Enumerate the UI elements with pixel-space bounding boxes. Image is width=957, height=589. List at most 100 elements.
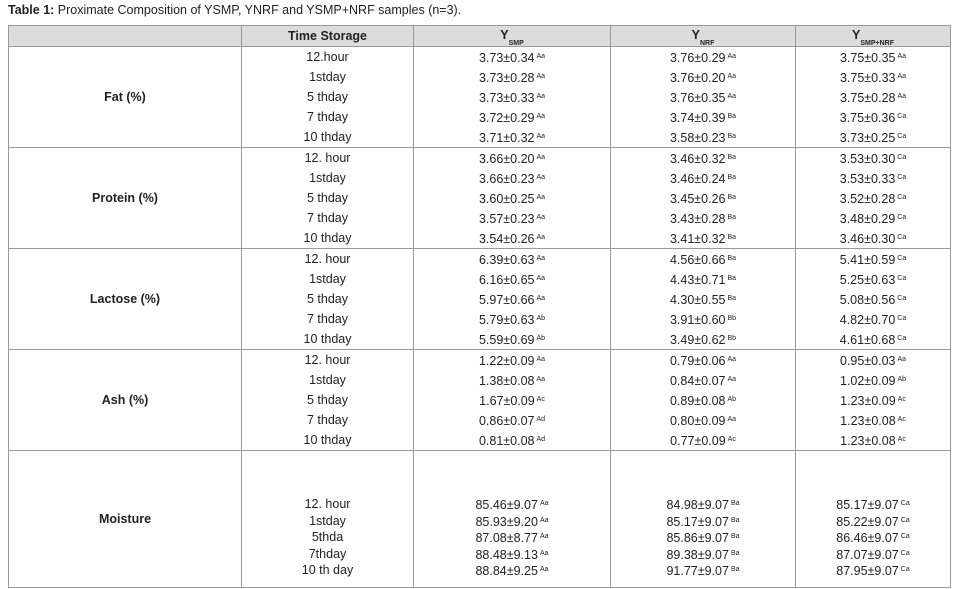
mean-sd-value: 3.45±0.26: [669, 192, 726, 206]
significance-letters: Aa: [897, 356, 907, 363]
header-ysmp-sub: SMP: [508, 40, 524, 48]
value-line: 3.73±0.34 Aa: [414, 47, 610, 67]
value-line: 3.76±0.35 Aa: [611, 87, 795, 107]
value-line: 4.82±0.70 Ca: [796, 309, 950, 329]
value-line: 87.95±9.07 Ca: [796, 562, 950, 579]
mean-sd-value: 3.91±0.60: [669, 313, 726, 327]
significance-letters: Ab: [897, 376, 907, 383]
value-line: 3.74±0.39 Ba: [611, 107, 795, 127]
mean-sd-value: 89.38±9.07: [666, 547, 729, 562]
mean-sd-value: 3.71±0.32: [478, 131, 535, 145]
mean-sd-value: 0.79±0.06: [669, 354, 726, 368]
value-line: 91.77±9.07 Ba: [611, 562, 795, 579]
mean-sd-value: 5.97±0.66: [478, 293, 535, 307]
time-label: 7 thday: [306, 211, 348, 225]
value-line: 85.17±9.07 Ba: [611, 513, 795, 530]
value-line: 0.84±0.07 Aa: [611, 370, 795, 390]
time-label: 1stday: [309, 272, 346, 286]
mean-sd-value: 3.49±0.62: [669, 333, 726, 347]
value-line: 88.48±9.13 Aa: [414, 546, 610, 563]
time-label: 10 thday: [303, 130, 352, 144]
cell-ysmpnrf: 5.41±0.59 Ca 5.25±0.63 Ca 5.08±0.56 Ca 4.82±0.…: [795, 248, 951, 350]
mean-sd-value: 0.89±0.08: [669, 394, 726, 408]
value-line: 3.41±0.32 Ba: [611, 228, 795, 248]
significance-letters: Ba: [730, 516, 740, 524]
significance-letters: Aa: [897, 93, 907, 100]
mean-sd-value: 0.81±0.08: [478, 434, 535, 448]
mean-sd-value: 3.57±0.23: [478, 212, 535, 226]
header-ysmpnrf: YSMP+NRF: [795, 25, 951, 47]
significance-letters: Ad: [536, 436, 546, 443]
significance-letters: Ba: [727, 113, 737, 120]
group-row: Lactose (%) 12. hour 1stday 5 thday 7 thday 1…: [8, 248, 951, 350]
value-line: 6.16±0.65 Aa: [414, 269, 610, 289]
group-label: Protein (%): [8, 147, 242, 249]
value-line: 1.23±0.08 Ac: [796, 430, 950, 450]
value-line: 3.54±0.26 Aa: [414, 228, 610, 248]
significance-letters: Ca: [900, 516, 910, 524]
value-line: 86.46±9.07 Ca: [796, 529, 950, 546]
value-line: 3.46±0.32 Ba: [611, 148, 795, 168]
mean-sd-value: 3.46±0.32: [669, 152, 726, 166]
time-label: 12. hour: [304, 151, 351, 165]
mean-sd-value: 85.17±9.07: [836, 498, 899, 513]
significance-letters: Ca: [897, 255, 907, 262]
mean-sd-value: 0.86±0.07: [478, 414, 535, 428]
value-line: 85.93±9.20 Aa: [414, 513, 610, 530]
value-line: 3.43±0.28 Ba: [611, 208, 795, 228]
cell-ynrf: 84.98±9.07 Ba 85.17±9.07 Ba 85.86±9.07 Ba 89.3…: [610, 450, 796, 588]
cell-ynrf: 0.79±0.06 Aa 0.84±0.07 Aa 0.89±0.08 Ab 0.80±0.…: [610, 349, 796, 451]
significance-letters: Ca: [897, 174, 907, 181]
value-line: 85.46±9.07 Aa: [414, 496, 610, 513]
significance-letters: Bb: [727, 335, 737, 342]
value-line: 3.46±0.24 Ba: [611, 168, 795, 188]
mean-sd-value: 3.73±0.25: [839, 131, 896, 145]
time-label: 7thday: [308, 546, 347, 561]
significance-letters: Aa: [727, 376, 737, 383]
group-row: Protein (%) 12. hour 1stday 5 thday 7 thday 1…: [8, 147, 951, 249]
significance-letters: Ba: [730, 566, 740, 574]
significance-letters: Aa: [536, 356, 546, 363]
mean-sd-value: 87.08±8.77: [475, 531, 538, 546]
significance-letters: Aa: [536, 93, 546, 100]
value-line: 4.56±0.66 Ba: [611, 249, 795, 269]
cell-ysmpnrf: 0.95±0.03 Aa 1.02±0.09 Ab 1.23±0.09 Ac 1.23±0.…: [795, 349, 951, 451]
cell-ysmpnrf: 3.75±0.35 Aa 3.75±0.33 Aa 3.75±0.28 Aa 3.75±0.…: [795, 46, 951, 148]
significance-letters: Aa: [727, 53, 737, 60]
cell-ysmp: 3.73±0.34 Aa 3.73±0.28 Aa 3.73±0.33 Aa 3.72±0.…: [413, 46, 611, 148]
value-line: 1.23±0.08 Ac: [796, 410, 950, 430]
value-line: 89.38±9.07 Ba: [611, 546, 795, 563]
time-label: 7 thday: [306, 110, 348, 124]
time-label: 10 thday: [303, 433, 352, 447]
mean-sd-value: 3.66±0.23: [478, 172, 535, 186]
time-label: 12.hour: [306, 50, 349, 64]
significance-letters: Ba: [727, 295, 737, 302]
value-line: 3.75±0.35 Aa: [796, 47, 950, 67]
significance-letters: Aa: [727, 356, 737, 363]
value-line: 4.43±0.71 Ba: [611, 269, 795, 289]
mean-sd-value: 3.75±0.33: [839, 71, 896, 85]
significance-letters: Ca: [897, 113, 907, 120]
significance-letters: Aa: [536, 255, 546, 262]
significance-letters: Aa: [539, 566, 549, 574]
cell-times: 12. hour 1stday 5 thday 7 thday 10 thday: [241, 147, 414, 249]
mean-sd-value: 3.53±0.33: [839, 172, 896, 186]
caption-text: Proximate Composition of YSMP, YNRF and …: [54, 3, 462, 17]
value-line: 3.66±0.23 Aa: [414, 168, 610, 188]
cell-ysmpnrf: 85.17±9.07 Ca 85.22±9.07 Ca 86.46±9.07 Ca 87.0…: [795, 450, 951, 588]
value-line: 1.38±0.08 Aa: [414, 370, 610, 390]
value-line: 3.53±0.30 Ca: [796, 148, 950, 168]
value-line: 4.30±0.55 Ba: [611, 289, 795, 309]
mean-sd-value: 4.56±0.66: [669, 253, 726, 267]
header-ysmp-main: Y: [500, 27, 509, 42]
mean-sd-value: 3.58±0.23: [669, 131, 726, 145]
significance-letters: Ba: [727, 275, 737, 282]
value-line: 3.57±0.23 Aa: [414, 208, 610, 228]
value-line: 3.45±0.26 Ba: [611, 188, 795, 208]
significance-letters: Ba: [727, 194, 737, 201]
mean-sd-value: 4.82±0.70: [839, 313, 896, 327]
mean-sd-value: 3.41±0.32: [669, 232, 726, 246]
value-line: 87.08±8.77 Aa: [414, 529, 610, 546]
value-line: 0.80±0.09 Aa: [611, 410, 795, 430]
cell-ynrf: 3.76±0.29 Aa 3.76±0.20 Aa 3.76±0.35 Aa 3.74±0.…: [610, 46, 796, 148]
